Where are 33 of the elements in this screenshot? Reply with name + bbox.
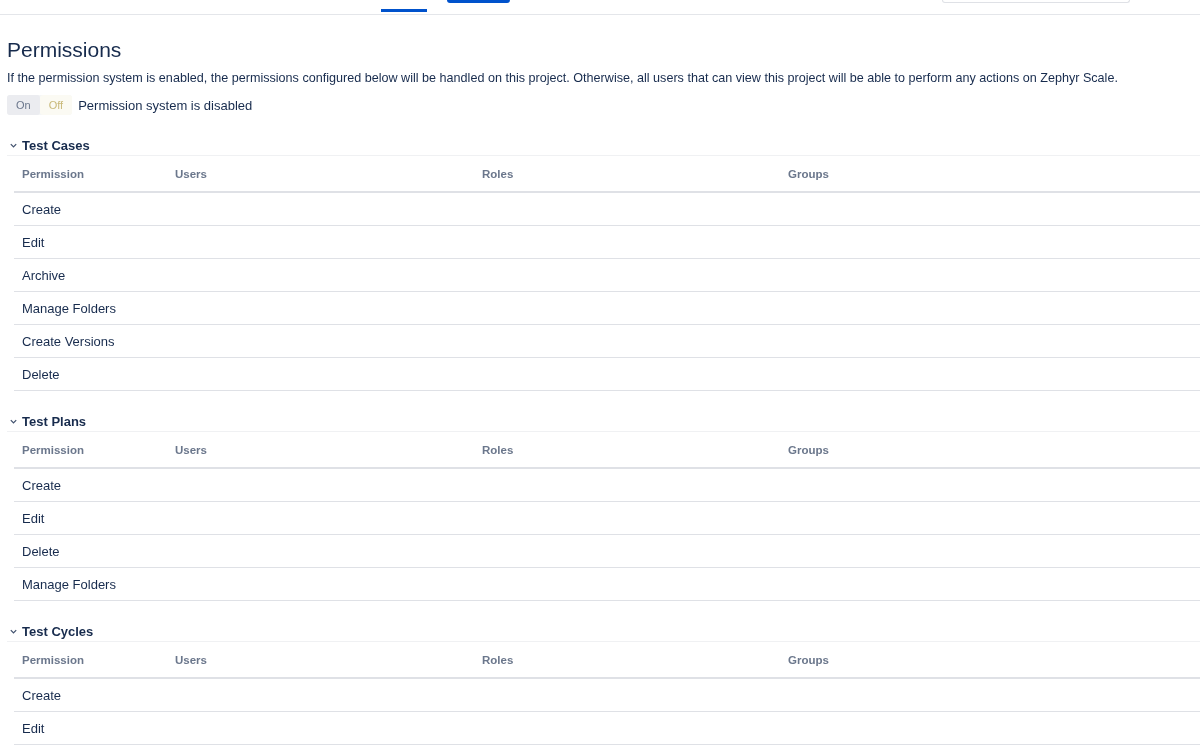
column-header: Roles — [482, 443, 515, 456]
tab-indicator — [381, 9, 427, 12]
permission-name: Manage Folders — [22, 576, 117, 592]
column-header: Roles — [482, 653, 515, 666]
column-header: Users — [175, 167, 208, 180]
column-header: Users — [175, 653, 208, 666]
column-header: Permission — [22, 443, 85, 456]
status-text: Permission system is disabled — [78, 97, 253, 113]
permission-name: Edit — [22, 510, 46, 526]
column-header: Permission — [22, 653, 85, 666]
section-title: Test Plans — [22, 413, 87, 429]
permission-name: Delete — [22, 366, 61, 382]
permission-name: Create — [22, 201, 63, 217]
column-header: Groups — [788, 653, 830, 666]
permission-name: Archive — [22, 267, 67, 283]
description-text: If the permission system is enabled, the permissions configured below will be handled on this project. Otherwise, all users that can view this project will be able to perform any actions on Zephyr Scale. — [7, 71, 1119, 85]
permission-name: Delete — [22, 543, 61, 559]
column-header: Groups — [788, 443, 830, 456]
on-option[interactable]: On — [7, 95, 40, 115]
permission-name: Manage Folders — [22, 300, 117, 316]
button-edge — [447, 0, 510, 3]
column-header: Permission — [22, 167, 85, 180]
permission-name: Create Versions — [22, 333, 116, 349]
page-title: Permissions — [7, 37, 123, 63]
permission-name: Edit — [22, 234, 46, 250]
section-title: Test Cycles — [22, 623, 94, 639]
column-header: Groups — [788, 167, 830, 180]
section-title: Test Cases — [22, 137, 90, 153]
permission-name: Create — [22, 687, 63, 703]
column-header: Users — [175, 443, 208, 456]
permission-name: Edit — [22, 720, 46, 736]
permission-name: Create — [22, 477, 63, 493]
column-header: Roles — [482, 167, 515, 180]
